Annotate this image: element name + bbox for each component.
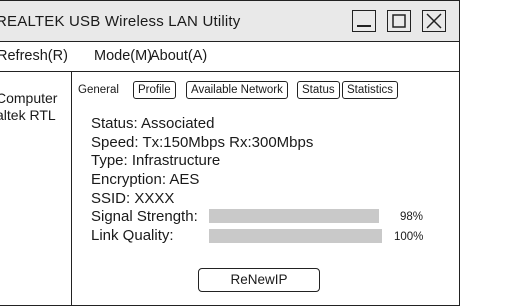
menu-about[interactable]: About(A) — [150, 48, 207, 64]
link-quality-label: Link Quality: — [91, 227, 174, 244]
encryption-line: Encryption: AES — [91, 171, 200, 188]
menu-mode[interactable]: Mode(M) — [94, 48, 152, 64]
type-line: Type: Infrastructure — [91, 152, 221, 169]
general-panel: General Profile Available Network Status… — [72, 72, 459, 306]
link-quality-fill — [209, 229, 382, 243]
maximize-icon — [392, 14, 406, 28]
close-icon — [426, 13, 442, 29]
renew-ip-button[interactable]: ReNewIP — [198, 268, 320, 292]
minimize-icon — [357, 25, 371, 27]
adapter-tree: Computer altek RTL — [0, 72, 72, 306]
signal-strength-percent: 98% — [400, 211, 424, 223]
link-quality-bar — [209, 229, 382, 243]
utility-window: REALTEK USB Wireless LAN Utility Refresh… — [0, 0, 460, 306]
tab-profile[interactable]: Profile — [133, 81, 176, 99]
window-title: REALTEK USB Wireless LAN Utility — [0, 13, 241, 30]
tree-item-adapter[interactable]: altek RTL — [0, 107, 56, 123]
tab-available-network[interactable]: Available Network — [186, 81, 288, 99]
maximize-button[interactable] — [387, 10, 411, 32]
close-button[interactable] — [422, 10, 446, 32]
tree-item-computer[interactable]: Computer — [0, 90, 57, 106]
signal-strength-label: Signal Strength: — [91, 208, 198, 225]
title-bar[interactable]: REALTEK USB Wireless LAN Utility — [0, 1, 459, 42]
speed-line: Speed: Tx:150Mbps Rx:300Mbps — [91, 134, 314, 151]
menu-refresh[interactable]: Refresh(R) — [0, 48, 68, 64]
ssid-line: SSID: XXXX — [91, 190, 175, 207]
menu-bar: Refresh(R) Mode(M) About(A) — [0, 42, 459, 72]
signal-strength-fill — [209, 209, 379, 223]
tab-general[interactable]: General — [78, 84, 119, 96]
minimize-button[interactable] — [352, 10, 376, 32]
status-line: Status: Associated — [91, 115, 215, 132]
signal-strength-bar — [209, 209, 382, 223]
link-quality-percent: 100% — [394, 231, 424, 243]
tab-statistics[interactable]: Statistics — [342, 81, 399, 99]
tab-status[interactable]: Status — [297, 81, 340, 99]
